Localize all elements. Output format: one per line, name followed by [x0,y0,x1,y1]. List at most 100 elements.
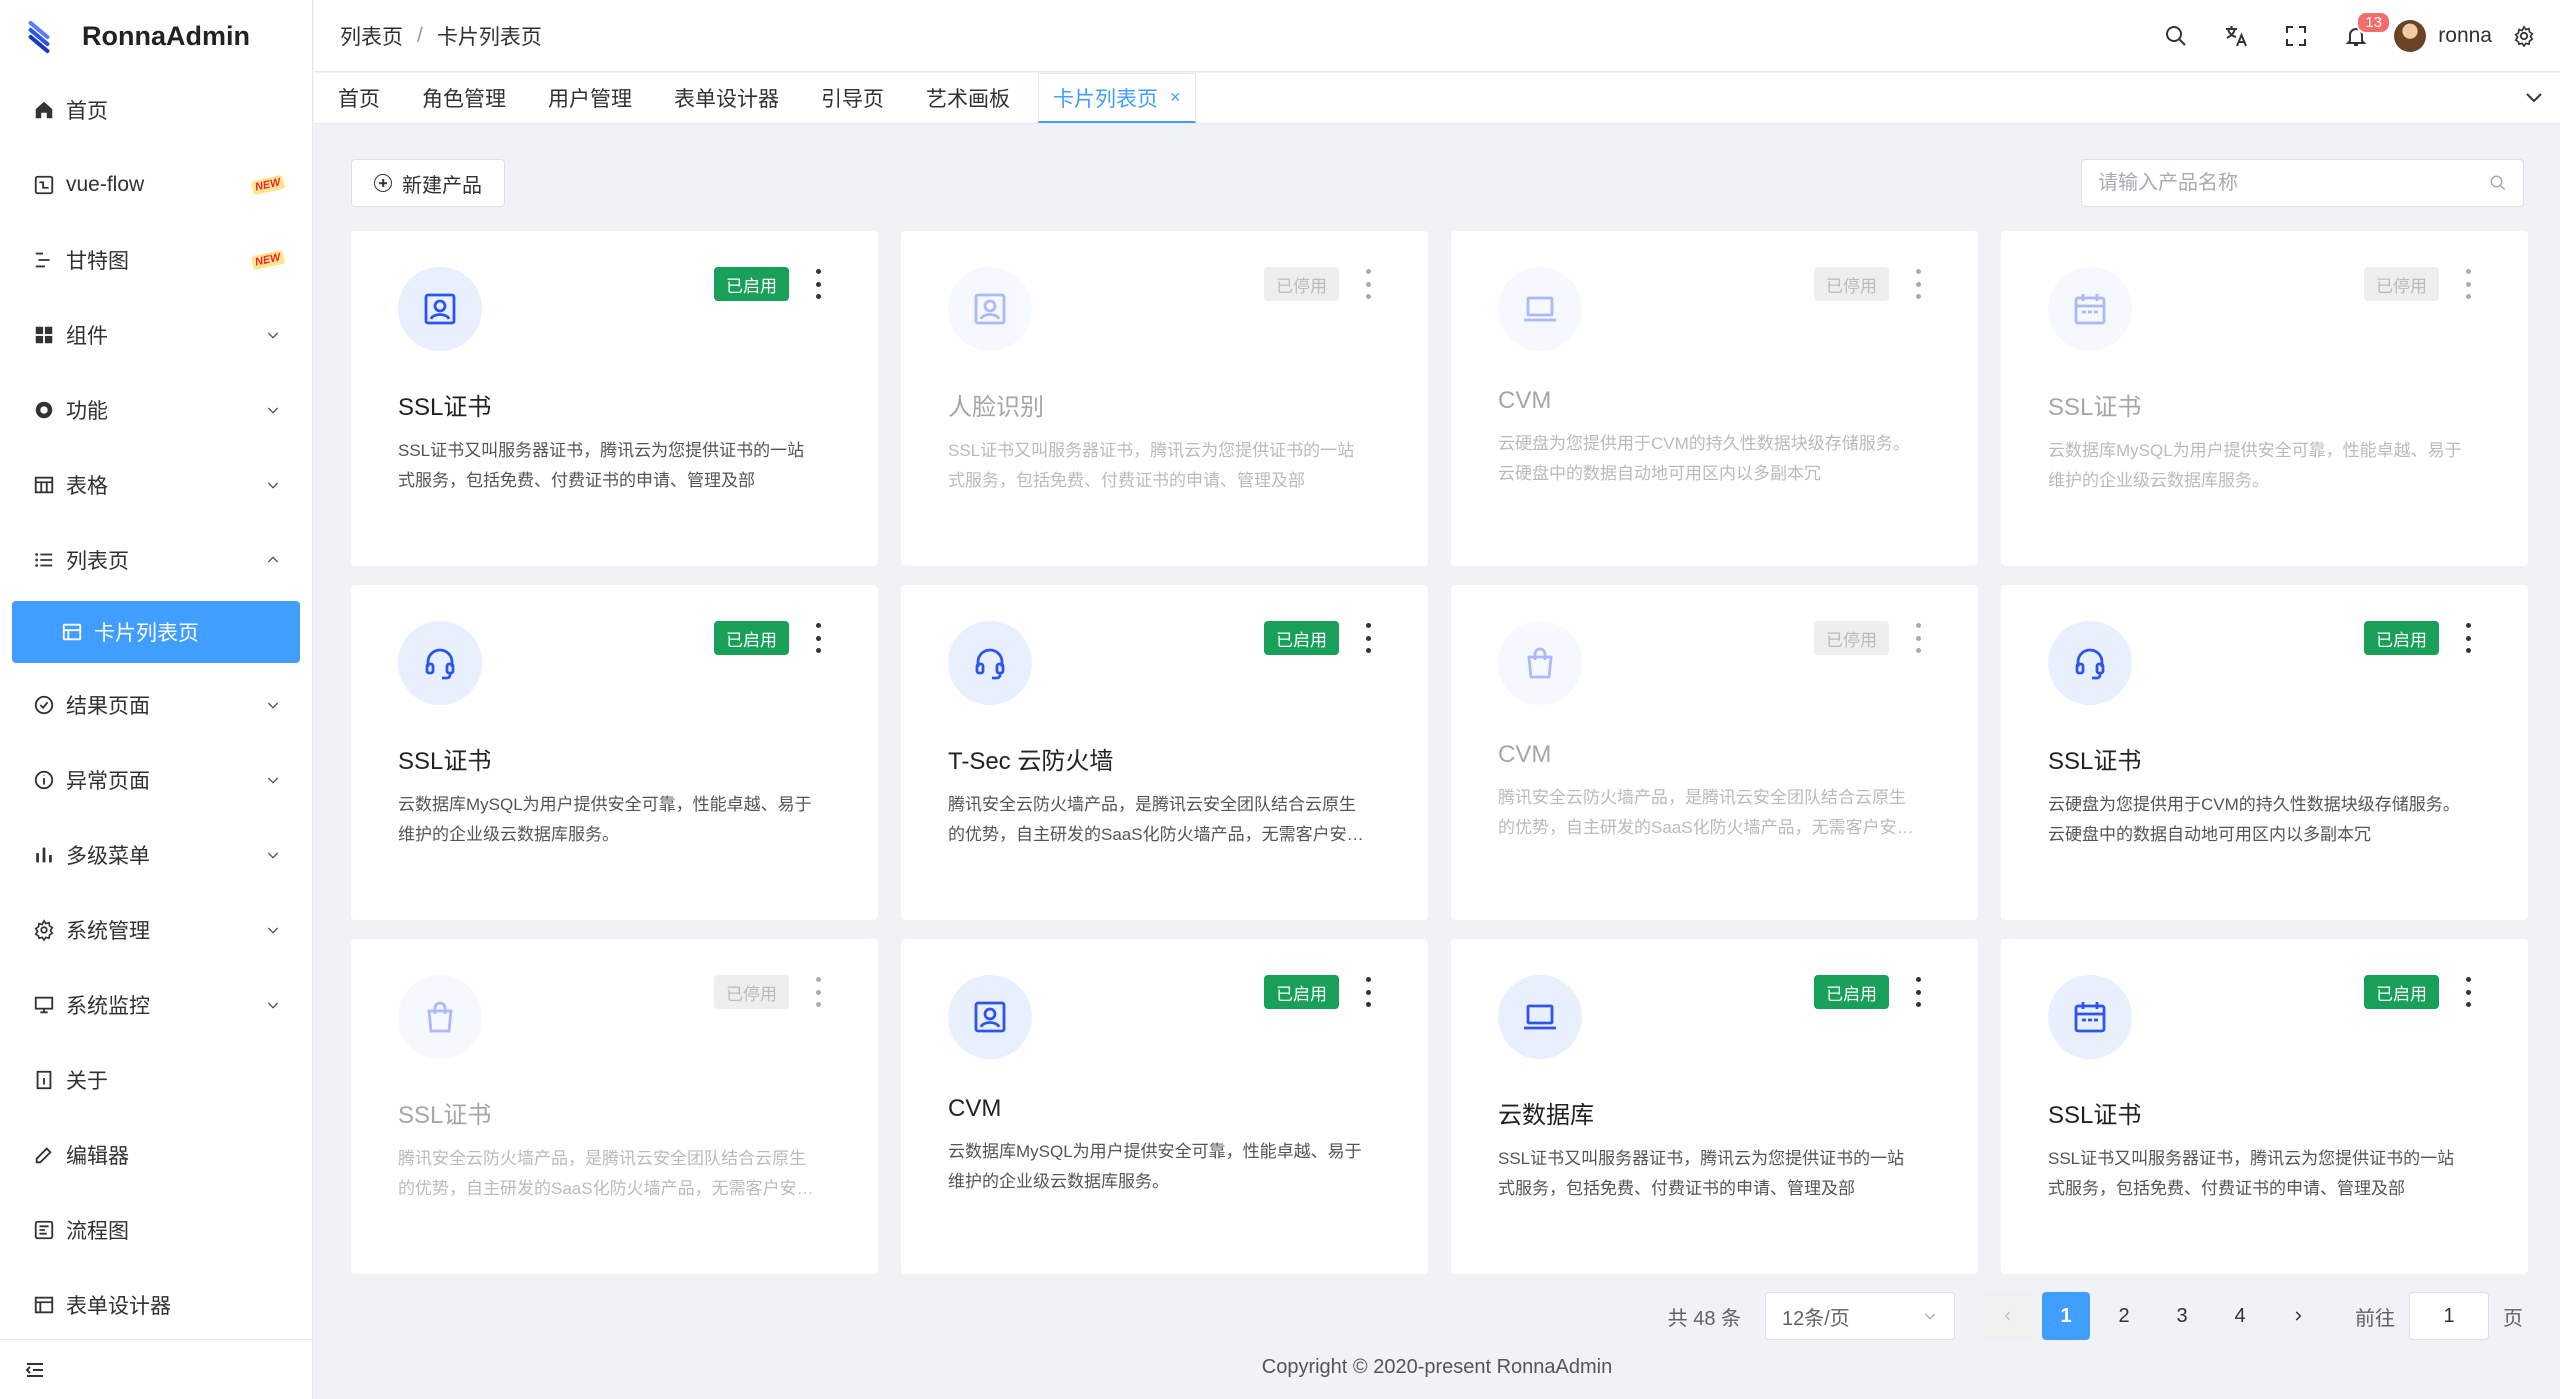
sidebar-item-2[interactable]: 甘特图 NEW [0,222,312,297]
product-card[interactable]: 已启用 SSL证书 SSL证书又叫服务器证书，腾讯云为您提供证书的一站式服务，包括免… [351,231,878,566]
sidebar-item-1[interactable]: vue-flow NEW [0,147,312,222]
tab-5[interactable]: 艺术画板 [912,73,1024,123]
more-vertical-icon[interactable] [1364,269,1372,299]
status-badge: 已启用 [1814,975,1889,1009]
more-vertical-icon[interactable] [2464,269,2472,299]
product-card[interactable]: 已停用 SSL证书 云数据库MySQL为用户提供安全可靠，性能卓越、易于维护的企业级… [2001,231,2528,566]
page-button[interactable]: 2 [2100,1292,2148,1340]
language-button[interactable] [2206,0,2266,72]
product-card[interactable]: 已停用 SSL证书 腾讯安全云防火墙产品，是腾讯云安全团队结合云原生的优势，自主研发… [351,939,878,1274]
more-vertical-icon[interactable] [1914,623,1922,653]
tab-6[interactable]: 卡片列表页 × [1038,73,1196,123]
new-product-button[interactable]: 新建产品 [351,159,505,207]
product-card[interactable]: 已启用 SSL证书 云硬盘为您提供用于CVM的持久性数据块级存储服务。云硬盘中的数据… [2001,585,2528,920]
more-vertical-icon[interactable] [2464,623,2472,653]
settings-icon [32,918,56,942]
logo[interactable]: RonnaAdmin [0,0,312,72]
tab-4[interactable]: 引导页 [807,73,898,123]
card-title: 云数据库 [1498,1102,1594,1129]
sidebar-item-label: 流程图 [66,1219,129,1243]
status-badge: 已启用 [1264,621,1339,655]
sidebar-item-label: 系统管理 [66,919,150,943]
more-vertical-icon[interactable] [814,269,822,299]
sidebar-item-4[interactable]: 功能 [0,372,312,447]
notifications-button[interactable]: 13 [2326,0,2391,72]
sidebar-item-10[interactable]: 多级菜单 [0,817,312,892]
sidebar-item-label: 编辑器 [66,1144,129,1168]
product-card[interactable]: 已停用 CVM 云硬盘为您提供用于CVM的持久性数据块级存储服务。云硬盘中的数据自动… [1451,231,1978,566]
sidebar-item-16[interactable]: 表单设计器 [0,1267,312,1342]
sidebar-item-12[interactable]: 系统监控 [0,967,312,1042]
sidebar-item-15[interactable]: 流程图 [0,1192,312,1267]
page-button[interactable]: 4 [2216,1292,2264,1340]
product-search-input[interactable] [2098,171,2489,195]
tabs-dropdown-button[interactable] [2522,85,2546,109]
sidebar-item-11[interactable]: 系统管理 [0,892,312,967]
sidebar-item-6[interactable]: 列表页 [0,522,312,597]
status-badge: 已停用 [1814,267,1889,301]
goto-page-input[interactable]: 1 [2409,1292,2489,1340]
sidebar-item-label: 系统监控 [66,994,150,1018]
product-card[interactable]: 已启用 SSL证书 云数据库MySQL为用户提供安全可靠，性能卓越、易于维护的企业级… [351,585,878,920]
chevron-down-icon [262,769,284,791]
close-icon[interactable]: × [1170,87,1181,108]
more-vertical-icon[interactable] [2464,977,2472,1007]
product-card[interactable]: 已启用 CVM 云数据库MySQL为用户提供安全可靠，性能卓越、易于维护的企业级云数… [901,939,1428,1274]
settings-button[interactable] [2504,0,2544,72]
more-vertical-icon[interactable] [814,977,822,1007]
tab-3[interactable]: 表单设计器 [660,73,793,123]
more-vertical-icon[interactable] [1914,977,1922,1007]
tab-bar: 首页 角色管理 用户管理 表单设计器 引导页 艺术画板 卡片列表页 × [314,73,2560,124]
card-description: 云数据库MySQL为用户提供安全可靠，性能卓越、易于维护的企业级云数据库服务。 [398,795,812,844]
prev-page-button[interactable] [1984,1292,2032,1340]
sidebar-item-label: 甘特图 [66,249,129,273]
next-page-button[interactable] [2274,1292,2322,1340]
sidebar-item-label: 功能 [66,399,108,423]
product-card[interactable]: 已停用 CVM 腾讯安全云防火墙产品，是腾讯云安全团队结合云原生的优势，自主研发的S… [1451,585,1978,920]
sidebar-item-label: 多级菜单 [66,844,150,868]
sidebar-item-8[interactable]: 结果页面 [0,667,312,742]
page-button[interactable]: 3 [2158,1292,2206,1340]
tab-label: 引导页 [821,88,884,111]
sidebar-item-3[interactable]: 组件 [0,297,312,372]
chevron-down-icon [262,399,284,421]
search-icon[interactable] [2489,174,2507,192]
headset-icon [2048,621,2132,705]
collapse-sidebar-button[interactable] [0,1339,312,1399]
shopping-bag-icon [398,975,482,1059]
username: ronna [2438,23,2492,47]
sidebar-item-0[interactable]: 首页 [0,72,312,147]
tab-0[interactable]: 首页 [324,73,394,123]
more-vertical-icon[interactable] [814,623,822,653]
product-card[interactable]: 已启用 SSL证书 SSL证书又叫服务器证书，腾讯云为您提供证书的一站式服务，包括免… [2001,939,2528,1274]
sidebar-item-9[interactable]: 异常页面 [0,742,312,817]
product-card[interactable]: 已启用 T-Sec 云防火墙 腾讯安全云防火墙产品，是腾讯云安全团队结合云原生的优势… [901,585,1428,920]
fullscreen-button[interactable] [2266,0,2326,72]
page-size-select[interactable]: 12条/页 [1765,1292,1955,1340]
user-menu[interactable]: ronna [2394,19,2492,52]
tab-1[interactable]: 角色管理 [408,73,520,123]
sidebar-item-7[interactable]: 卡片列表页 [12,601,300,663]
card-description: 云硬盘为您提供用于CVM的持久性数据块级存储服务。云硬盘中的数据自动地可用区内以… [2048,795,2460,844]
status-badge: 已启用 [714,267,789,301]
gantt-icon [32,248,56,272]
product-card[interactable]: 已停用 人脸识别 SSL证书又叫服务器证书，腾讯云为您提供证书的一站式服务，包括免费… [901,231,1428,566]
search-button[interactable] [2146,0,2206,72]
product-card[interactable]: 已启用 云数据库 SSL证书又叫服务器证书，腾讯云为您提供证书的一站式服务，包括免费… [1451,939,1978,1274]
sidebar-item-13[interactable]: 关于 [0,1042,312,1117]
laptop-icon [1498,975,1582,1059]
breadcrumb-item[interactable]: 列表页 [340,21,403,51]
more-vertical-icon[interactable] [1364,623,1372,653]
sidebar-item-5[interactable]: 表格 [0,447,312,522]
page-button[interactable]: 1 [2042,1292,2090,1340]
chevron-down-icon [262,844,284,866]
more-vertical-icon[interactable] [1364,977,1372,1007]
person-card-icon [948,267,1032,351]
sidebar-item-14[interactable]: 编辑器 [0,1117,312,1192]
table-icon [32,473,56,497]
card-title: CVM [1498,387,1552,414]
chevron-down-icon [262,919,284,941]
tab-2[interactable]: 用户管理 [534,73,646,123]
more-vertical-icon[interactable] [1914,269,1922,299]
main-content: 新建产品 已启用 SSL证书 SSL证书又叫服务器证书，腾讯云为您提供证书的一站式服… [314,124,2560,1399]
